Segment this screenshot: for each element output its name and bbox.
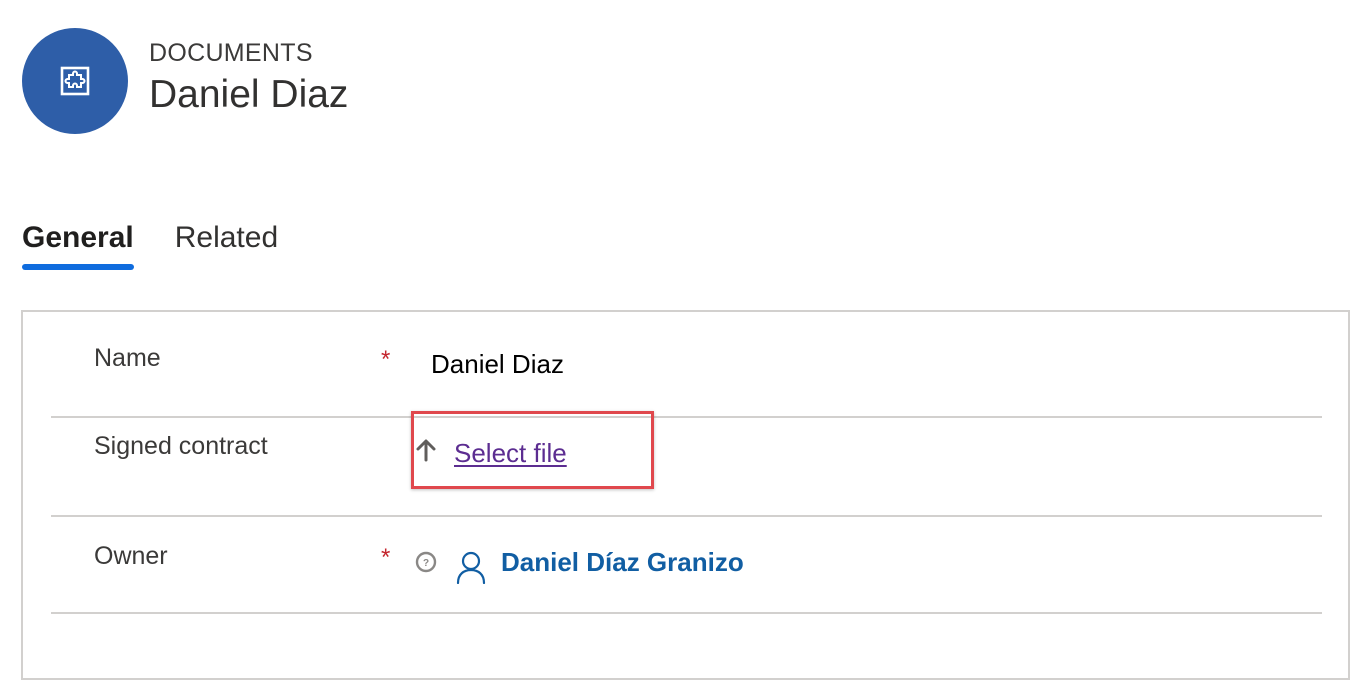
general-section: Name * Daniel Diaz Signed contract Selec… bbox=[21, 310, 1350, 680]
person-icon bbox=[456, 551, 486, 584]
record-form-page: DOCUMENTS Daniel Diaz General Related Na… bbox=[0, 0, 1359, 692]
tab-general[interactable]: General bbox=[22, 216, 134, 270]
highlight-box bbox=[411, 411, 654, 489]
divider bbox=[51, 612, 1322, 614]
divider bbox=[51, 416, 1322, 418]
required-marker: * bbox=[381, 544, 391, 571]
tab-related[interactable]: Related bbox=[175, 216, 278, 260]
entity-avatar bbox=[22, 28, 128, 134]
puzzle-entity-icon bbox=[60, 66, 90, 96]
form-tabs: General Related bbox=[22, 216, 278, 270]
field-label-owner: Owner bbox=[94, 542, 168, 570]
record-header: DOCUMENTS Daniel Diaz bbox=[22, 28, 348, 134]
record-title: Daniel Diaz bbox=[149, 73, 349, 116]
entity-type-label: DOCUMENTS bbox=[149, 39, 313, 67]
help-circle-icon[interactable]: ? bbox=[415, 551, 437, 573]
field-label-name: Name bbox=[94, 344, 161, 372]
header-text: DOCUMENTS Daniel Diaz bbox=[149, 37, 348, 121]
divider bbox=[51, 515, 1322, 517]
field-label-signed-contract: Signed contract bbox=[94, 432, 268, 460]
required-marker: * bbox=[381, 346, 391, 373]
name-field-value[interactable]: Daniel Diaz bbox=[431, 349, 564, 380]
svg-text:?: ? bbox=[423, 558, 429, 569]
owner-link[interactable]: Daniel Díaz Granizo bbox=[501, 547, 744, 578]
